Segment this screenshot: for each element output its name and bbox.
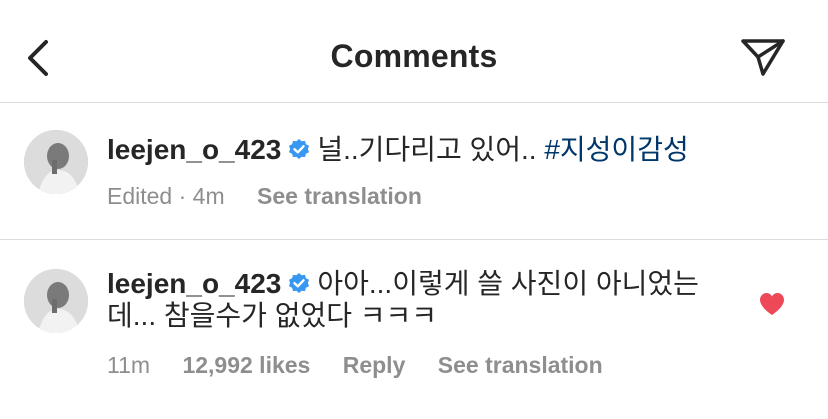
- see-translation-button[interactable]: See translation: [438, 352, 603, 378]
- comment-item: leejen_o_423 아아...이렇게 쓸 사진이 아니었는 데... 참을수…: [0, 240, 828, 419]
- verified-badge-icon: [287, 135, 311, 171]
- comment-meta: 11m 12,992 likes Reply See translation: [107, 350, 603, 380]
- edited-label: Edited: [107, 183, 173, 209]
- caption-meta: Edited · 4m See translation: [107, 181, 422, 211]
- reply-button[interactable]: Reply: [343, 352, 406, 378]
- comment-text-line2: 데... 참을수가 없었다 ㅋㅋㅋ: [107, 300, 438, 331]
- likes-count-link[interactable]: 12,992 likes: [182, 352, 310, 378]
- see-translation-button[interactable]: See translation: [257, 183, 422, 209]
- comment-line-2: 데... 참을수가 없었다 ㅋㅋㅋ: [107, 298, 437, 334]
- profile-photo: [24, 130, 88, 194]
- caption-text: 널..기다리고 있어..: [317, 134, 545, 165]
- username-link[interactable]: leejen_o_423: [107, 268, 281, 299]
- comment-text-line1: 아아...이렇게 쓸 사진이 아니었는: [317, 268, 699, 299]
- profile-photo: [24, 269, 88, 333]
- top-nav-bar: Comments: [0, 0, 828, 103]
- paper-plane-icon: [741, 39, 785, 76]
- page-title: Comments: [330, 38, 498, 74]
- share-button[interactable]: [738, 36, 788, 80]
- avatar[interactable]: [24, 130, 88, 194]
- username-link[interactable]: leejen_o_423: [107, 134, 281, 165]
- heart-filled-icon: [760, 293, 784, 315]
- avatar[interactable]: [24, 269, 88, 333]
- timestamp: 11m: [107, 352, 151, 378]
- timestamp: 4m: [192, 183, 225, 209]
- caption-line: leejen_o_423 널..기다리고 있어.. #지성이감성: [107, 132, 689, 171]
- meta-separator: ·: [178, 183, 187, 209]
- like-button[interactable]: [759, 292, 785, 316]
- hashtag-link[interactable]: #지성이감성: [544, 134, 688, 165]
- post-caption: leejen_o_423 널..기다리고 있어.. #지성이감성 Edited ·…: [0, 103, 828, 240]
